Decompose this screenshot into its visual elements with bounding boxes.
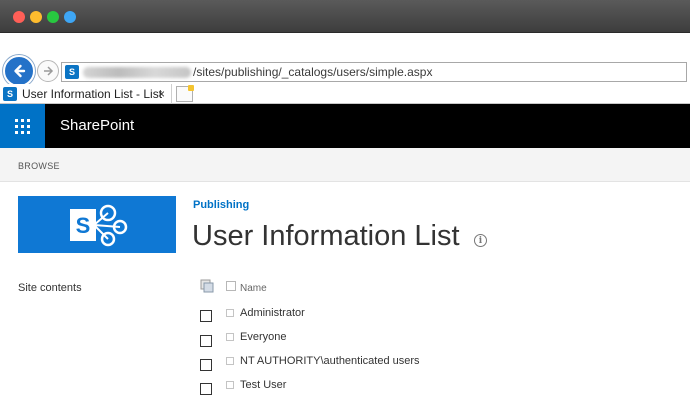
tab-user-information-list[interactable]: S User Information List - List V... ×: [0, 84, 172, 104]
item-name-link[interactable]: Test User: [240, 379, 286, 391]
item-name-link[interactable]: Everyone: [240, 331, 286, 343]
redacted-host: [83, 66, 191, 78]
page-title: User Information List: [192, 220, 460, 252]
forward-button[interactable]: [37, 60, 59, 82]
brand-label[interactable]: SharePoint: [60, 117, 134, 134]
row-checkbox[interactable]: [200, 335, 212, 347]
sharepoint-favicon-icon: S: [65, 65, 79, 79]
close-window-button[interactable]: [13, 11, 25, 23]
window-title-bar: [0, 0, 690, 33]
row-checkbox[interactable]: [200, 383, 212, 395]
select-all-icon[interactable]: [200, 279, 214, 293]
column-header-name[interactable]: Name: [240, 283, 267, 294]
browser-navigation-bar: S /sites/publishing/_catalogs/users/simp…: [0, 54, 690, 87]
close-tab-icon[interactable]: ×: [158, 87, 165, 101]
new-tab-button[interactable]: [176, 85, 194, 102]
row-checkbox[interactable]: [200, 310, 212, 322]
app-launcher-button[interactable]: [0, 104, 45, 148]
svg-text:S: S: [76, 213, 91, 238]
minimize-window-button[interactable]: [30, 11, 42, 23]
browser-tab-bar: S User Information List - List V... ×: [0, 84, 690, 104]
address-bar[interactable]: S /sites/publishing/_catalogs/users/simp…: [61, 62, 687, 82]
forward-arrow-icon: [44, 66, 54, 76]
row-checkbox[interactable]: [200, 359, 212, 371]
sharepoint-logo-icon: S: [70, 204, 128, 246]
window-extra-button[interactable]: [64, 11, 76, 23]
back-button[interactable]: [3, 55, 35, 87]
site-logo[interactable]: S: [18, 196, 176, 253]
item-name-link[interactable]: Administrator: [240, 307, 305, 319]
nav-item-site-contents[interactable]: Site contents: [18, 282, 82, 294]
item-type-icon: [226, 357, 234, 365]
back-arrow-icon: [14, 64, 26, 78]
tab-title: User Information List - List V...: [22, 87, 162, 101]
left-navigation: Site contents: [18, 282, 82, 294]
tab-browse[interactable]: BROWSE: [18, 161, 60, 171]
item-type-icon: [226, 381, 234, 389]
info-icon[interactable]: i: [474, 234, 487, 247]
url-path: /sites/publishing/_catalogs/users/simple…: [193, 65, 433, 79]
item-type-icon: [226, 333, 234, 341]
zoom-window-button[interactable]: [47, 11, 59, 23]
item-name-link[interactable]: NT AUTHORITY\authenticated users: [240, 355, 420, 367]
suite-bar: SharePoint: [0, 104, 690, 148]
sharepoint-favicon-icon: S: [3, 87, 17, 101]
breadcrumb-publishing[interactable]: Publishing: [193, 199, 249, 211]
header-type-icon: [226, 281, 236, 291]
browser-chrome-spacer: [0, 34, 690, 54]
item-type-icon: [226, 309, 234, 317]
waffle-icon: [15, 118, 30, 134]
ribbon: BROWSE: [0, 148, 690, 182]
